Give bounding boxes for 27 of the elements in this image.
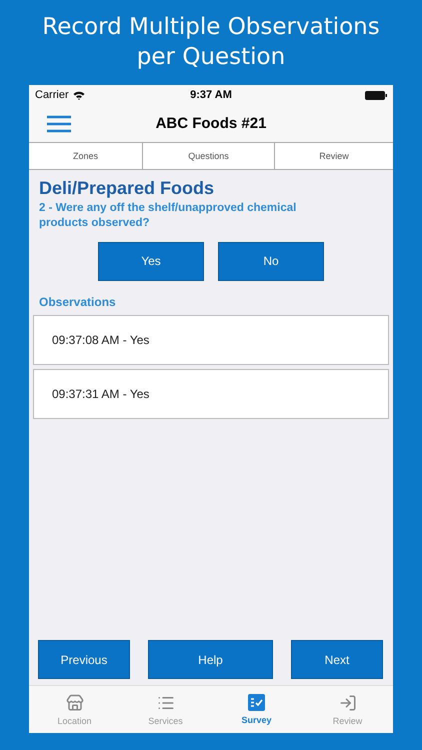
zone-title: Deli/Prepared Foods — [39, 178, 216, 199]
nav-title: ABC Foods #21 — [156, 115, 266, 132]
question-text: 2 - Were any off the shelf/unapproved chemical products observed? — [39, 201, 298, 231]
tab-bar-item[interactable]: Survey — [211, 686, 302, 733]
store-icon — [66, 694, 84, 712]
carrier-label: Carrier — [35, 89, 69, 101]
headline: Record Multiple Observations per Question — [41, 12, 381, 72]
sign-in-icon — [338, 694, 356, 712]
observation-row: 09:37:31 AM - Yes — [33, 368, 389, 419]
segment-tab[interactable]: Review — [275, 143, 393, 169]
observations-label: Observations — [39, 294, 117, 309]
status-time: 9:37 AM — [190, 89, 232, 101]
tab-bar-item[interactable]: Services — [120, 686, 211, 733]
battery-icon — [365, 90, 387, 100]
tab-bar-item[interactable]: Location — [29, 686, 120, 733]
tab-bar-item[interactable]: Review — [302, 686, 393, 733]
answer-button[interactable]: Yes — [98, 242, 204, 281]
menu-icon[interactable] — [47, 114, 71, 132]
wifi-icon — [72, 90, 85, 100]
segment-tab[interactable]: Zones — [29, 143, 143, 169]
segment-tab[interactable]: Questions — [143, 143, 275, 169]
action-button[interactable]: Next — [291, 640, 383, 679]
answer-button[interactable]: No — [218, 242, 324, 281]
action-button[interactable]: Previous — [38, 640, 130, 679]
action-button[interactable]: Help — [148, 640, 273, 679]
checklist-icon — [248, 694, 265, 711]
observation-row: 09:37:08 AM - Yes — [33, 314, 389, 365]
